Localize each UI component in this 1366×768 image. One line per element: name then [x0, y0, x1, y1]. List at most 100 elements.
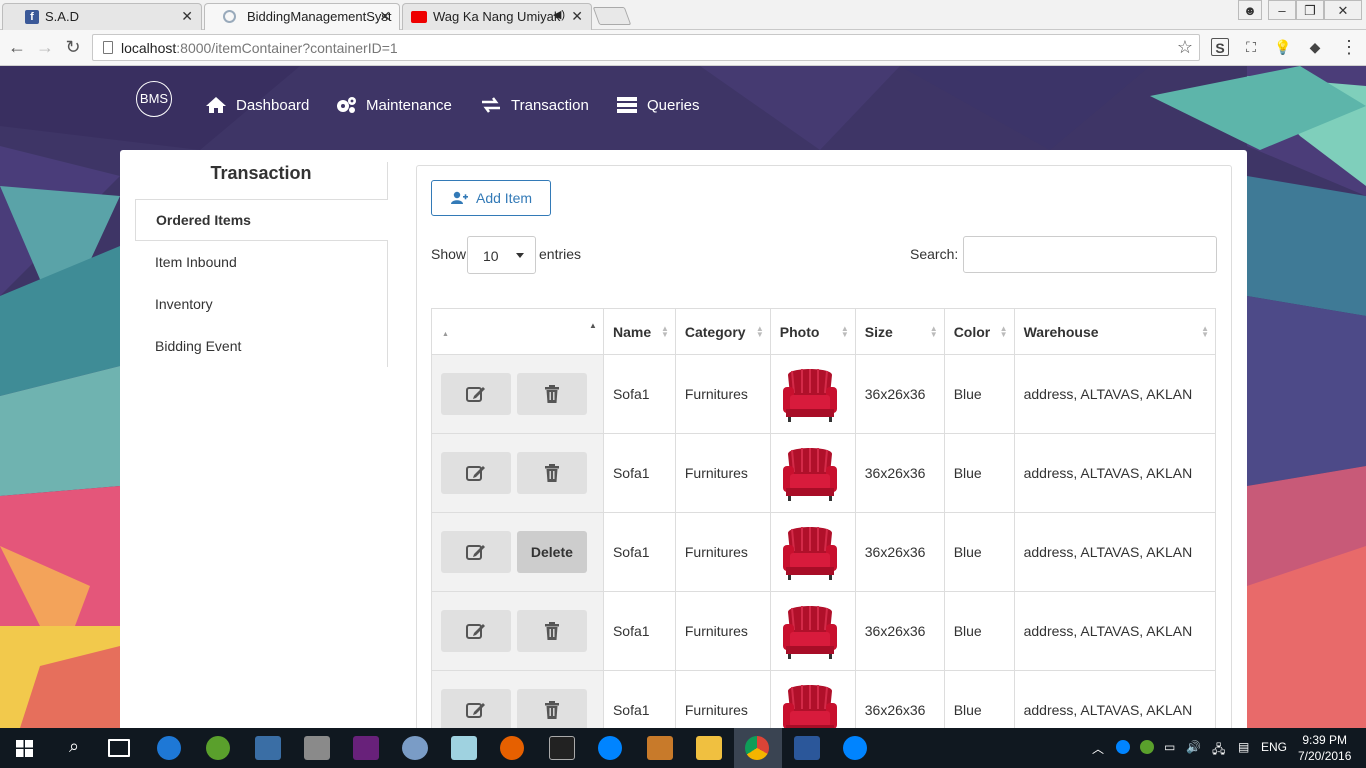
paint-icon[interactable] [402, 736, 428, 760]
firefox-icon[interactable] [500, 736, 524, 760]
messenger-icon[interactable] [843, 736, 867, 760]
add-item-button[interactable]: Add Item [431, 180, 551, 216]
entries-select[interactable]: 10 [467, 236, 536, 274]
delete-button[interactable]: Delete [516, 531, 587, 573]
browser-tab-active[interactable]: BiddingManagementSyst ✕ [204, 3, 400, 30]
column-header-color[interactable]: Color ▲ ▼ [943, 308, 1015, 355]
minimize-button[interactable]: – [1268, 0, 1296, 20]
nav-queries[interactable]: Queries [616, 96, 700, 114]
forward-icon[interactable]: → [34, 36, 56, 58]
new-tab-button[interactable] [592, 7, 632, 25]
address-bar[interactable]: localhost:8000/itemContainer?containerID… [92, 34, 1200, 61]
category-cell: Furnitures [674, 433, 771, 513]
show-label: Show [431, 246, 467, 262]
sidebar-item-inventory[interactable]: Inventory [135, 283, 388, 325]
sidebar-item-ordered-items[interactable]: Ordered Items [135, 199, 388, 241]
extension-cube-icon[interactable]: ◆ [1306, 38, 1324, 56]
tray-expand-icon[interactable]: ︿ [1092, 740, 1104, 757]
tray-utorrent-icon[interactable] [1140, 740, 1154, 754]
close-window-button[interactable]: ✕ [1324, 0, 1362, 20]
edge-icon[interactable] [157, 736, 181, 760]
delete-button[interactable] [516, 452, 587, 494]
nav-dashboard[interactable]: Dashboard [205, 96, 309, 114]
nav-maintenance[interactable]: Maintenance [335, 96, 452, 114]
back-icon[interactable]: ← [6, 36, 28, 58]
messenger-icon[interactable] [598, 736, 622, 760]
photo-cell [769, 354, 856, 434]
notepad-icon[interactable] [451, 736, 477, 760]
network-icon[interactable]: 🖧 [1212, 740, 1225, 761]
tools-icon[interactable] [304, 736, 330, 760]
user-icon[interactable]: ☻ [1238, 0, 1262, 20]
close-icon[interactable]: ✕ [571, 8, 583, 25]
warehouse-cell: address, ALTAVAS, AKLAN [1013, 591, 1217, 671]
delete-button[interactable] [516, 610, 587, 652]
edit-button[interactable] [441, 689, 511, 728]
bookmark-star-icon[interactable]: ☆ [1177, 37, 1193, 58]
nav-dashboard-label: Dashboard [236, 96, 310, 114]
tray-messenger-icon[interactable] [1116, 740, 1130, 754]
photo-cell [769, 670, 856, 728]
file-explorer-icon[interactable] [696, 736, 722, 760]
column-header-category[interactable]: Category ▲ ▼ [674, 308, 771, 355]
utorrent-icon[interactable] [206, 736, 230, 760]
sofa-photo[interactable] [780, 365, 840, 423]
delete-button[interactable] [516, 373, 587, 415]
extension-s-icon[interactable]: S [1211, 38, 1229, 56]
visual-studio-icon[interactable] [353, 736, 379, 760]
items-table: ▲ ▲ Name ▲ ▼ Category ▲ ▼ Photo ▲ ▼ Size ▲ ▼ Colo… [431, 308, 1217, 728]
nav-queries-label: Queries [647, 96, 700, 114]
cmd-icon[interactable] [549, 736, 575, 760]
language-indicator[interactable]: ENG [1261, 740, 1287, 754]
sofa-photo[interactable] [780, 602, 840, 660]
task-view-icon[interactable] [108, 739, 130, 757]
battery-icon[interactable]: ▭ [1164, 740, 1175, 754]
sofa-photo[interactable] [780, 681, 840, 728]
reload-icon[interactable]: ↻ [62, 36, 84, 58]
name-cell: Sofa1 [602, 512, 676, 592]
close-icon[interactable]: ✕ [181, 8, 193, 25]
warehouse-cell: address, ALTAVAS, AKLAN [1013, 433, 1217, 513]
search-label: Search: [910, 246, 959, 262]
volume-icon[interactable]: 🔊 [1186, 740, 1201, 754]
search-input[interactable] [963, 236, 1217, 273]
browser-tab[interactable]: Wag Ka Nang Umiyak ◀) ✕ [402, 3, 592, 30]
windows-start-icon[interactable] [16, 740, 33, 757]
extension-frame-icon[interactable]: ⛶ [1242, 38, 1260, 56]
notification-icon[interactable]: ▤ [1238, 740, 1249, 754]
column-header-size[interactable]: Size ▲ ▼ [854, 308, 945, 355]
edit-button[interactable] [441, 610, 511, 652]
size-cell: 36x26x36 [854, 433, 945, 513]
browser-tab[interactable]: f S.A.D ✕ [2, 3, 202, 30]
postgres-icon[interactable] [255, 736, 281, 760]
url-text[interactable]: localhost:8000/itemContainer?containerID… [121, 40, 398, 56]
column-header-warehouse[interactable]: Warehouse ▲ ▼ [1013, 308, 1217, 355]
edit-button[interactable] [441, 531, 511, 573]
clock[interactable]: 9:39 PM 7/20/2016 [1298, 732, 1351, 764]
edit-button[interactable] [441, 452, 511, 494]
extension-bulb-icon[interactable]: 💡 [1274, 38, 1292, 56]
menu-icon[interactable]: ⋮ [1340, 38, 1358, 56]
sofa-photo[interactable] [780, 523, 840, 581]
photo-cell [769, 433, 856, 513]
sort-icon: ▲ ▼ [660, 324, 669, 339]
app-window-icon[interactable] [794, 736, 820, 760]
delete-button[interactable] [516, 689, 587, 728]
chrome-icon[interactable] [745, 736, 769, 760]
sidebar-item-item-inbound[interactable]: Item Inbound [135, 241, 388, 283]
sofa-photo[interactable] [780, 444, 840, 502]
speaker-icon[interactable]: ◀) [553, 8, 565, 21]
column-header-actions[interactable]: ▲ ▲ [431, 308, 604, 355]
edit-button[interactable] [441, 373, 511, 415]
search-icon[interactable]: ⌕ [61, 736, 87, 760]
column-header-name[interactable]: Name ▲ ▼ [602, 308, 676, 355]
sublime-icon[interactable] [647, 736, 673, 760]
nav-transaction[interactable]: Transaction [480, 96, 589, 114]
column-header-photo[interactable]: Photo ▲ ▼ [769, 308, 856, 355]
sort-icon: ▲ [589, 321, 597, 330]
actions-cell: Delete [431, 512, 604, 592]
bms-logo[interactable]: BMS [136, 81, 172, 117]
maximize-button[interactable]: ❐ [1296, 0, 1324, 20]
sidebar-item-bidding-event[interactable]: Bidding Event [135, 325, 388, 367]
close-icon[interactable]: ✕ [379, 8, 391, 25]
